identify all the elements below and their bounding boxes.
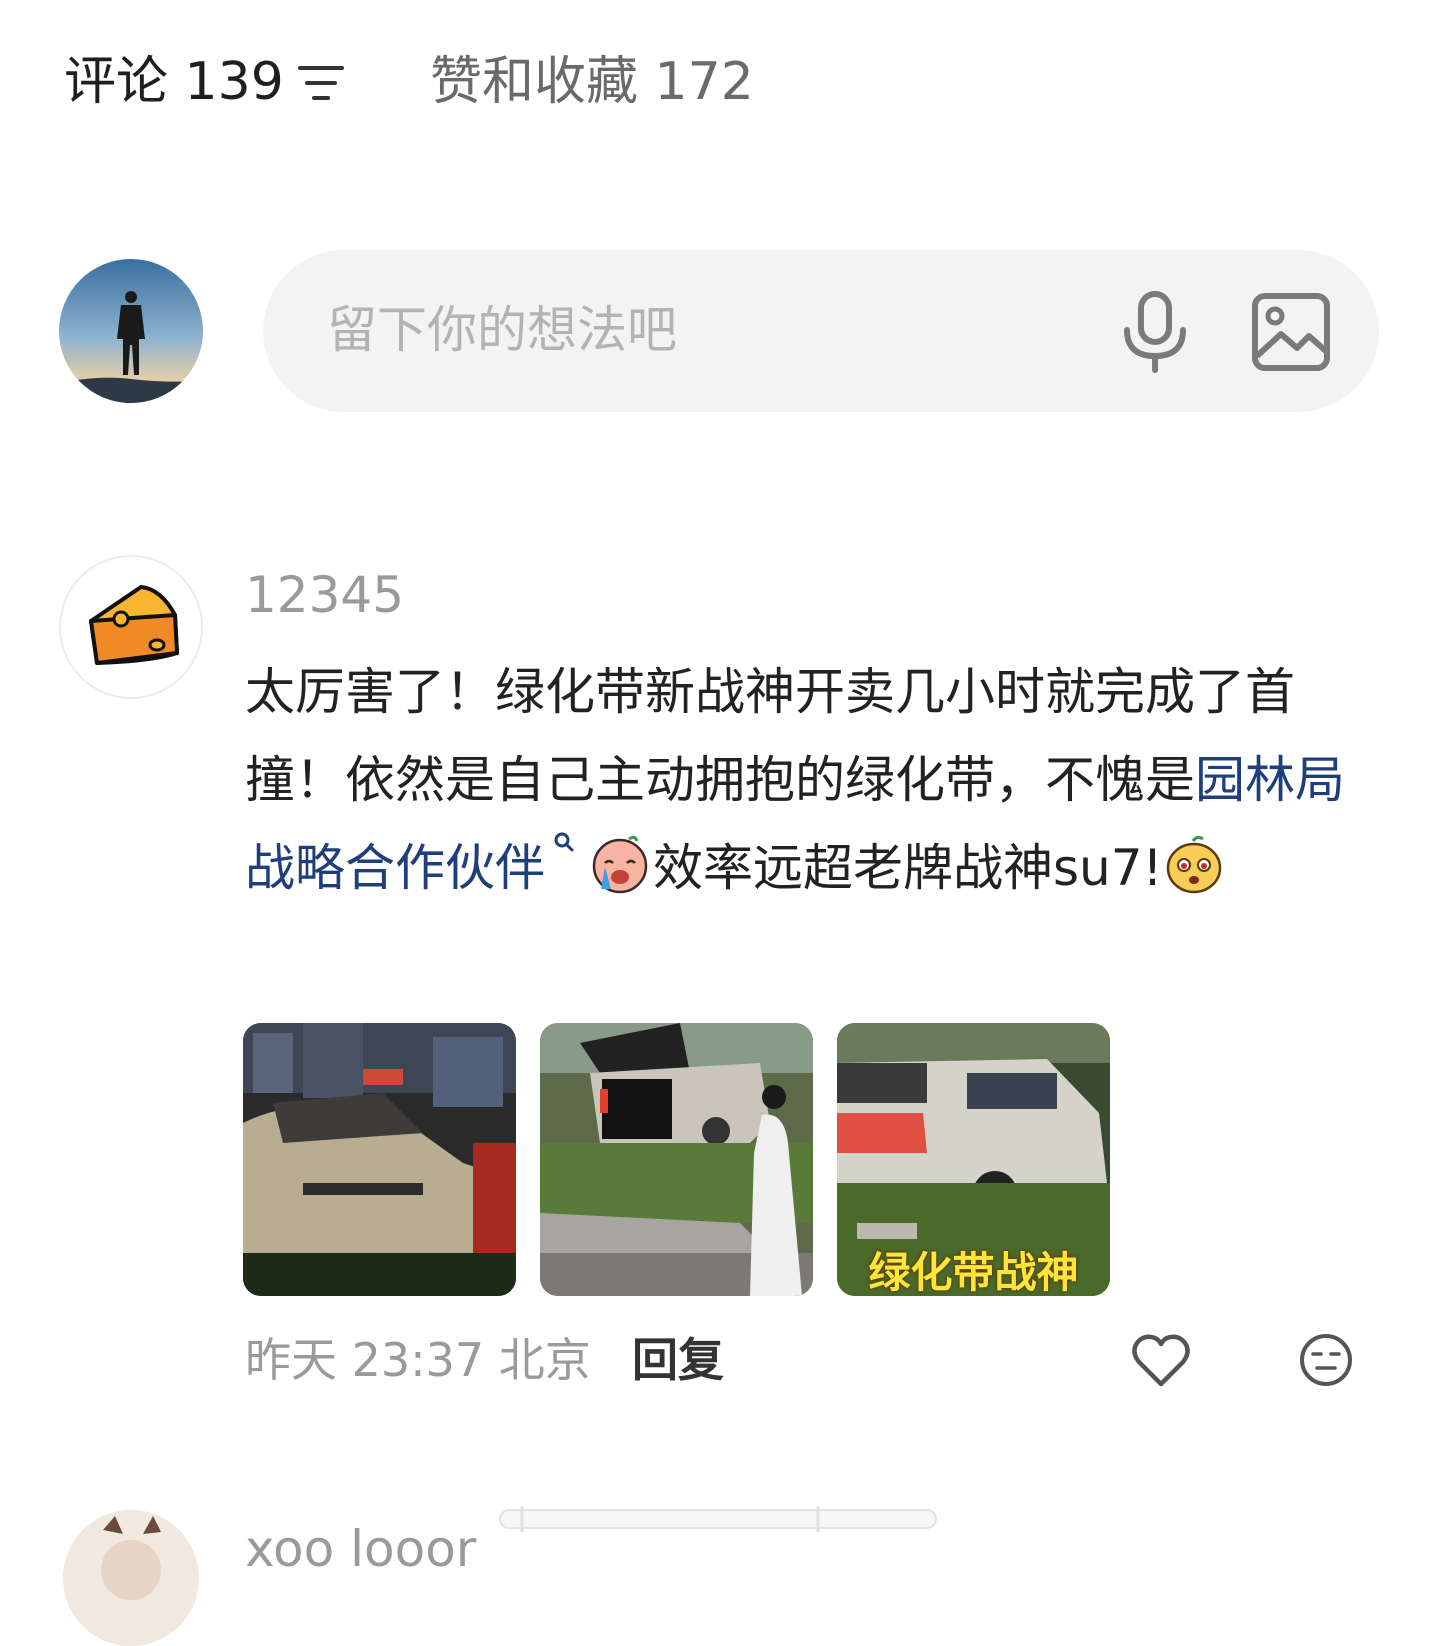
next-commenter-username[interactable]: xoo looor — [245, 1518, 476, 1580]
image-caption: 绿化带战神 — [868, 1248, 1079, 1296]
comment-text: 太厉害了！绿化带新战神开卖几小时就完成了首撞！依然是自己主动拥抱的绿化带，不愧是… — [245, 648, 1375, 912]
shocked-emoji-icon — [1166, 835, 1221, 894]
commenter-username[interactable]: 12345 — [245, 564, 404, 626]
meh-face-icon[interactable] — [1298, 1332, 1354, 1388]
reply-button[interactable]: 回复 — [632, 1330, 724, 1390]
sort-icon[interactable] — [298, 62, 344, 104]
search-icon[interactable] — [553, 831, 575, 861]
tab-likes-and-favorites[interactable]: 赞和收藏 172 — [430, 50, 754, 114]
comment-text-part2: 效率远超老牌战神su7! — [653, 839, 1163, 897]
crying-emoji-icon — [592, 835, 648, 894]
current-user-avatar[interactable] — [59, 259, 203, 403]
next-commenter-avatar[interactable] — [63, 1510, 199, 1646]
comment-image-3[interactable]: 绿化带战神 — [837, 1023, 1110, 1296]
comment-image-2[interactable] — [540, 1023, 813, 1296]
tab-comments[interactable]: 评论 139 — [64, 50, 284, 114]
comment-timestamp: 昨天 23:37 北京 — [245, 1333, 591, 1387]
comment-input-placeholder[interactable]: 留下你的想法吧 — [327, 298, 677, 362]
commenter-avatar[interactable] — [59, 555, 203, 699]
image-icon[interactable] — [1251, 292, 1331, 372]
heart-icon[interactable] — [1131, 1332, 1191, 1388]
comment-text-part1: 太厉害了！绿化带新战神开卖几小时就完成了首撞！依然是自己主动拥抱的绿化带，不愧是 — [245, 663, 1295, 809]
comment-image-1[interactable] — [243, 1023, 516, 1296]
microphone-icon[interactable] — [1121, 290, 1189, 374]
horizontal-scroll-indicator — [499, 1506, 937, 1532]
